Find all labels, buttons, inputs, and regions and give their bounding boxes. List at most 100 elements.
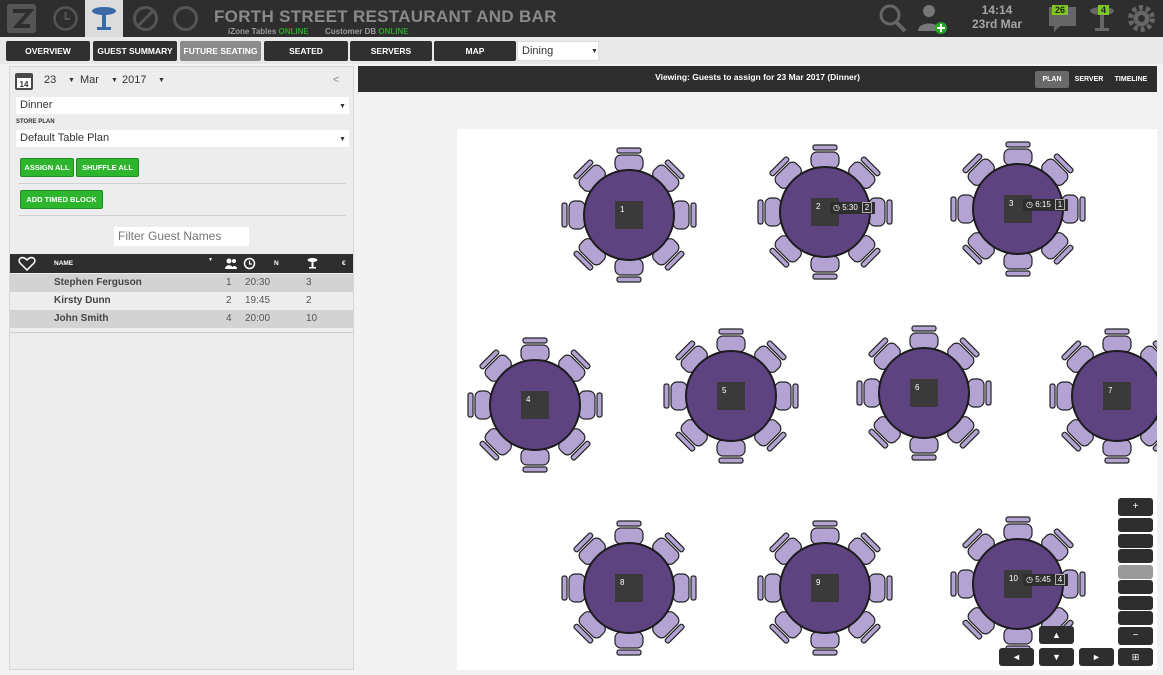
heart-icon[interactable] — [18, 256, 36, 271]
date-time: 14:14 23rd Mar — [962, 3, 1032, 31]
circle-icon[interactable] — [170, 3, 201, 34]
chair-icon — [810, 631, 840, 656]
booking-tag: ◷ 6:15 1 — [1023, 199, 1069, 211]
tab-overview[interactable]: OVERVIEW — [6, 41, 90, 61]
clock-icon: ◷ — [1026, 200, 1036, 209]
floor-table[interactable] — [457, 320, 620, 490]
floor-plan-canvas[interactable]: 1 2 ◷ 5:30 2 3 ◷ 6:15 1 4 5 6 7 8 9 10 ◷ 5:45 4 — [457, 129, 1157, 670]
clock-icon[interactable] — [50, 3, 81, 34]
floor-table[interactable] — [933, 499, 1103, 669]
mode-plan-button[interactable]: PLAN — [1035, 71, 1069, 88]
chair-icon — [663, 381, 688, 411]
pan-left-button[interactable]: ◄ — [999, 648, 1034, 666]
tab-seated[interactable]: SEATED — [264, 41, 348, 61]
zoom-level-step[interactable] — [1118, 611, 1153, 625]
table-number: 10 — [1009, 574, 1018, 583]
table-row[interactable]: Kirsty Dunn 2 19:45 2 — [10, 292, 353, 310]
chair-icon — [578, 390, 603, 420]
session-value: Dinner — [20, 99, 53, 111]
table-number: 8 — [620, 578, 625, 587]
booking-covers: 4 — [1054, 574, 1066, 585]
session-select[interactable]: Dinner ▼ — [16, 97, 349, 114]
chair-icon — [614, 631, 644, 656]
floor-table[interactable] — [740, 503, 910, 670]
zoom-level-step[interactable] — [1118, 596, 1153, 610]
tables-button[interactable]: 4 — [1086, 2, 1119, 35]
pan-right-button[interactable]: ► — [1079, 648, 1114, 666]
currency-column-header[interactable]: € — [342, 260, 346, 267]
top-bar: FORTH STREET RESTAURANT AND BAR iZone Ta… — [0, 0, 1163, 37]
gear-icon[interactable] — [1125, 2, 1158, 35]
messages-button[interactable]: 26 — [1046, 2, 1079, 35]
chevron-down-icon: ▼ — [591, 48, 598, 55]
zoom-level-step[interactable] — [1118, 518, 1153, 532]
table-icon — [92, 7, 116, 30]
tab-map[interactable]: MAP — [434, 41, 516, 61]
table-number: 6 — [915, 383, 920, 392]
area-select-value: Dining — [522, 45, 554, 57]
add-user-icon[interactable] — [915, 2, 948, 35]
tables-badge: 4 — [1098, 5, 1110, 15]
store-plan-label: STORE PLAN — [16, 119, 55, 125]
tab-servers[interactable]: SERVERS — [350, 41, 432, 61]
table-number: 4 — [526, 395, 531, 404]
pan-up-button[interactable]: ▲ — [1039, 626, 1074, 644]
area-select[interactable]: Dining ▼ — [517, 41, 599, 61]
collapse-panel-button[interactable]: < — [333, 74, 339, 86]
month-select[interactable]: Mar — [80, 74, 99, 86]
guest-name: John Smith — [54, 313, 109, 324]
booking-time: 5:30 — [842, 203, 858, 212]
floor-table[interactable] — [839, 308, 1009, 478]
no-table-icon[interactable] — [130, 3, 161, 34]
tab-future-seating[interactable]: FUTURE SEATING — [180, 41, 261, 61]
zoom-level-current[interactable] — [1118, 565, 1153, 579]
filter-guest-names-input[interactable] — [114, 227, 249, 246]
floor-table[interactable] — [933, 129, 1103, 294]
customer-db-status: ONLINE — [378, 27, 409, 36]
zoom-level-step[interactable] — [1118, 580, 1153, 594]
guest-table-header: NAME ▼ N € — [10, 254, 353, 273]
chevron-down-icon: ▼ — [158, 77, 165, 84]
search-icon[interactable] — [876, 2, 909, 35]
table-icon[interactable] — [306, 257, 319, 270]
floor-table[interactable] — [544, 503, 714, 670]
active-section-tab[interactable] — [85, 0, 123, 37]
divider — [18, 183, 346, 184]
divider — [10, 332, 353, 333]
zoom-out-button[interactable]: − — [1118, 627, 1153, 645]
chair-icon — [774, 381, 799, 411]
mode-timeline-button[interactable]: TIMELINE — [1110, 71, 1152, 88]
mode-server-button[interactable]: SERVER — [1070, 71, 1108, 88]
floor-table[interactable] — [740, 129, 910, 297]
floor-table[interactable] — [1032, 311, 1157, 481]
booking-covers: 2 — [861, 202, 873, 213]
chair-icon — [561, 573, 586, 603]
table-row[interactable]: Stephen Ferguson 1 20:30 3 — [10, 274, 353, 292]
floor-table[interactable] — [646, 311, 816, 481]
table-number: 5 — [722, 386, 727, 395]
booking-tag: ◷ 5:45 4 — [1023, 574, 1069, 586]
table-row[interactable]: John Smith 4 20:00 10 — [10, 310, 353, 328]
n-column-header[interactable]: N — [274, 260, 279, 267]
booking-covers: 1 — [1054, 199, 1066, 210]
store-plan-select[interactable]: Default Table Plan ▼ — [16, 130, 349, 147]
calendar-icon[interactable]: 14 — [14, 72, 34, 91]
year-select[interactable]: 2017 — [122, 74, 146, 86]
zoom-level-step[interactable] — [1118, 534, 1153, 548]
tab-guest-summary[interactable]: GUEST SUMMARY — [93, 41, 177, 61]
z-logo-icon[interactable] — [6, 3, 37, 34]
shuffle-all-button[interactable]: SHUFFLE ALL — [76, 158, 139, 177]
fit-view-button[interactable]: ⊞ — [1118, 648, 1153, 666]
covers-column-icon[interactable] — [224, 257, 238, 270]
pan-down-button[interactable]: ▼ — [1039, 648, 1074, 666]
add-timed-block-button[interactable]: ADD TIMED BLOCK — [20, 190, 103, 209]
zoom-level-step[interactable] — [1118, 549, 1153, 563]
sort-icon[interactable]: ▼ — [208, 257, 213, 263]
zoom-in-button[interactable]: + — [1118, 498, 1153, 516]
clock-icon[interactable] — [243, 257, 256, 270]
name-column-header[interactable]: NAME — [54, 260, 73, 267]
day-select[interactable]: 23 — [44, 74, 56, 86]
view-bar: Viewing: Guests to assign for 23 Mar 201… — [358, 66, 1157, 92]
assign-all-button[interactable]: ASSIGN ALL — [20, 158, 74, 177]
floor-table[interactable] — [544, 130, 714, 300]
